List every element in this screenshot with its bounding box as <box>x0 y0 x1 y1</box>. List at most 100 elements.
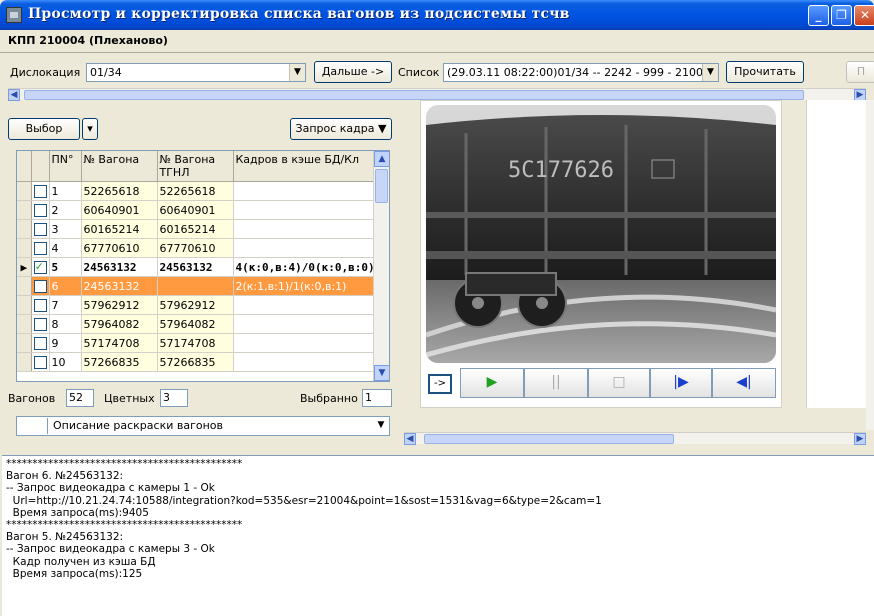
row-wagon-tgnl: 57964082 <box>157 314 234 334</box>
row-checkbox-cell[interactable] <box>31 200 50 220</box>
maximize-button[interactable]: ❐ <box>831 5 852 26</box>
next-button[interactable]: Дальше -> <box>314 61 392 83</box>
scroll-right-icon[interactable]: ▶ <box>854 433 866 445</box>
table-row[interactable]: 3 60165214 60165214 <box>17 219 378 239</box>
row-wagon-number: 57174708 <box>81 333 158 353</box>
scroll-up-icon[interactable]: ▲ <box>374 151 389 167</box>
table-vertical-scrollbar[interactable]: ▲ ▼ <box>373 151 389 381</box>
row-indicator <box>17 295 32 315</box>
table-row[interactable]: 6 24563132 2(к:1,в:1)/1(к:0,в:1) <box>17 276 378 296</box>
row-wagon-number: 57266835 <box>81 352 158 372</box>
wagon-table[interactable]: ПN° № Вагона № Вагона ТГНЛ Кадров в кэше… <box>16 150 390 382</box>
table-row[interactable]: ▶524563132245631324(к:0,в:4)/0(к:0,в:0) <box>17 257 378 277</box>
row-wagon-tgnl: 60640901 <box>157 200 234 220</box>
next-frame-button[interactable]: |▶ <box>650 368 712 398</box>
stop-button[interactable]: □ <box>588 368 650 398</box>
row-wagon-tgnl <box>157 276 234 296</box>
row-checkbox-cell[interactable] <box>31 257 50 277</box>
dislocation-combo[interactable]: 01/34 ▼ <box>86 63 306 82</box>
select-dropdown-button[interactable]: ▾ <box>82 118 98 140</box>
colored-count-field[interactable]: 3 <box>160 389 188 407</box>
row-frames-cached: 4(к:0,в:4)/0(к:0,в:0) <box>233 257 378 277</box>
viewer-horizontal-scrollbar[interactable]: ◀ ▶ <box>404 432 866 445</box>
top-horizontal-scrollbar[interactable]: ◀ ▶ <box>8 88 866 101</box>
list-combo[interactable]: (29.03.11 08:22:00)01/34 -- 2242 - 999 -… <box>443 63 719 82</box>
play-button[interactable]: ▶ <box>460 368 524 398</box>
arrow-small-button[interactable]: -> <box>428 374 452 394</box>
table-row[interactable]: 2 60640901 60640901 <box>17 200 378 220</box>
row-wagon-number: 24563132 <box>81 276 158 296</box>
row-checkbox[interactable] <box>33 355 47 369</box>
row-checkbox-cell[interactable] <box>31 219 50 239</box>
row-checkbox[interactable] <box>33 259 47 274</box>
row-checkbox-cell[interactable] <box>31 352 50 372</box>
row-checkbox[interactable] <box>33 317 47 331</box>
table-row[interactable]: 1 52265618 52265618 <box>17 181 378 201</box>
row-checkbox[interactable] <box>33 241 47 255</box>
row-checkbox[interactable] <box>33 298 47 312</box>
wagon-number-on-image: 5С177626 <box>508 158 614 183</box>
header-frames[interactable]: Кадров в кэше БД/Кл <box>233 151 378 182</box>
scrollbar-thumb[interactable] <box>375 169 388 203</box>
row-checkbox-cell[interactable] <box>31 181 50 201</box>
pause-button[interactable]: || <box>524 368 588 398</box>
row-wagon-number: 57962912 <box>81 295 158 315</box>
wagons-count-field[interactable]: 52 <box>66 389 94 407</box>
row-checkbox-cell[interactable] <box>31 238 50 258</box>
scrollbar-thumb[interactable] <box>424 434 674 444</box>
scroll-left-icon[interactable]: ◀ <box>404 433 416 445</box>
row-checkbox[interactable] <box>33 222 47 236</box>
row-indicator <box>17 276 32 296</box>
row-checkbox-cell[interactable] <box>31 314 50 334</box>
row-wagon-tgnl: 57266835 <box>157 352 234 372</box>
extra-button[interactable]: П <box>846 61 874 83</box>
row-indicator <box>17 352 32 372</box>
chevron-down-icon[interactable]: ▼ <box>373 417 389 435</box>
chevron-down-icon[interactable]: ▼ <box>289 64 305 81</box>
row-checkbox[interactable] <box>33 336 47 350</box>
frame-request-button[interactable]: Запрос кадра ▼ <box>290 118 392 140</box>
row-number: 9 <box>49 333 82 353</box>
header-n[interactable]: ПN° <box>49 151 82 182</box>
row-frames-cached <box>233 181 378 201</box>
row-frames-cached: 2(к:1,в:1)/1(к:0,в:1) <box>233 276 378 296</box>
table-row[interactable]: 9 57174708 57174708 <box>17 333 378 353</box>
row-frames-cached <box>233 333 378 353</box>
row-checkbox[interactable] <box>33 203 47 217</box>
colored-label: Цветных <box>104 392 155 405</box>
row-number: 1 <box>49 181 82 201</box>
read-button[interactable]: Прочитать <box>726 61 804 83</box>
description-combo[interactable]: Описание раскраски вагонов ▼ <box>16 416 390 436</box>
row-wagon-tgnl: 60165214 <box>157 219 234 239</box>
play-icon: ▶ <box>486 374 498 390</box>
scrollbar-thumb[interactable] <box>24 90 804 100</box>
table-row[interactable]: 8 57964082 57964082 <box>17 314 378 334</box>
select-button[interactable]: Выбор <box>8 118 80 140</box>
table-row[interactable]: 4 67770610 67770610 <box>17 238 378 258</box>
log-output[interactable]: ****************************************… <box>2 455 874 616</box>
row-checkbox-cell[interactable] <box>31 276 50 296</box>
table-row[interactable]: 10 57266835 57266835 <box>17 352 378 372</box>
wagon-table-grid: ПN° № Вагона № Вагона ТГНЛ Кадров в кэше… <box>17 151 378 372</box>
row-wagon-number: 67770610 <box>81 238 158 258</box>
right-vertical-scrollbar[interactable] <box>866 100 874 430</box>
close-button[interactable]: ✕ <box>854 5 874 26</box>
row-wagon-tgnl: 57174708 <box>157 333 234 353</box>
prev-frame-button[interactable]: ◀| <box>712 368 776 398</box>
selected-count-field[interactable]: 1 <box>362 389 392 407</box>
header-wagon-tgnl[interactable]: № Вагона ТГНЛ <box>157 151 234 182</box>
wagon-camera-image[interactable]: 5С177626 <box>426 105 776 363</box>
row-checkbox-cell[interactable] <box>31 333 50 353</box>
station-header: КПП 210004 (Плеханово) <box>8 34 168 47</box>
header-wagon[interactable]: № Вагона <box>81 151 158 182</box>
row-number: 7 <box>49 295 82 315</box>
scroll-left-icon[interactable]: ◀ <box>8 89 20 101</box>
table-row[interactable]: 7 57962912 57962912 <box>17 295 378 315</box>
row-checkbox[interactable] <box>33 279 47 293</box>
row-checkbox[interactable] <box>33 184 47 198</box>
scroll-down-icon[interactable]: ▼ <box>374 365 389 381</box>
wagons-label: Вагонов <box>8 392 56 405</box>
row-checkbox-cell[interactable] <box>31 295 50 315</box>
chevron-down-icon[interactable]: ▼ <box>702 64 718 81</box>
minimize-button[interactable]: _ <box>808 5 829 26</box>
